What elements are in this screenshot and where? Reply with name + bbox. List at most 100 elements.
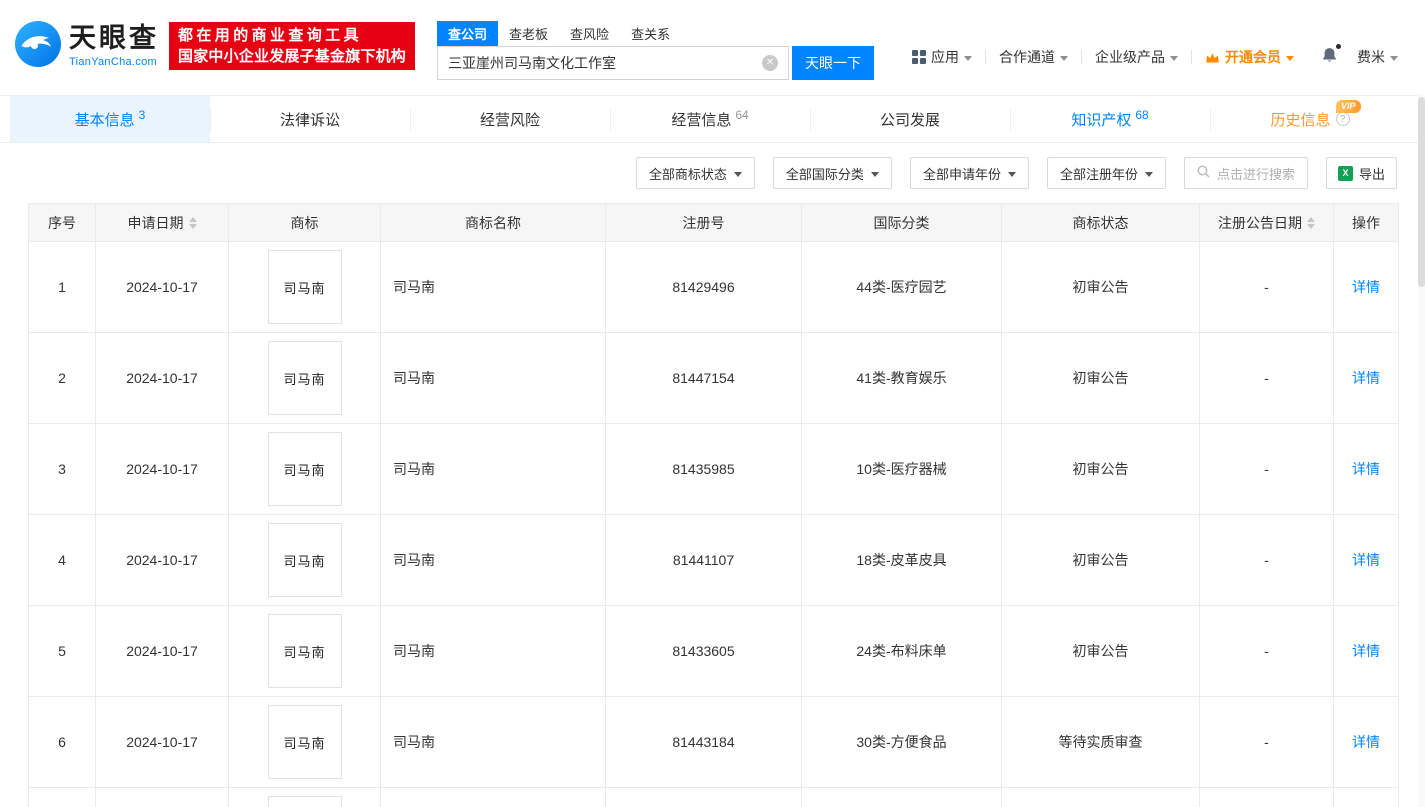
cell-index: 5 xyxy=(28,605,96,697)
search-button[interactable]: 天眼一下 xyxy=(792,45,875,80)
detail-link[interactable]: 详情 xyxy=(1352,552,1380,568)
tab-label: 历史信息 xyxy=(1270,111,1331,129)
tab-count: 68 xyxy=(1135,108,1149,122)
table-row: 1 2024-10-17 司马南 司马南 81429496 44类-医疗园艺 初… xyxy=(28,241,1399,333)
tab-label: 经营风险 xyxy=(479,111,540,129)
filter-label: 全部国际分类 xyxy=(785,166,864,182)
cell-intl-class: 41类-教育娱乐 xyxy=(801,332,1002,424)
detail-link[interactable]: 详情 xyxy=(1352,643,1380,659)
col-index: 序号 xyxy=(28,203,96,242)
cell-trademark-name: 司马南 xyxy=(380,605,606,697)
cell-reg-no: 81429496 xyxy=(605,241,802,333)
nav-cooperation-label: 合作通道 xyxy=(999,49,1055,65)
chevron-down-icon xyxy=(1144,171,1153,177)
cell-status: 等待实质审查 xyxy=(1001,696,1200,788)
tab-company-development[interactable]: 公司发展 xyxy=(810,96,1010,142)
sort-icon[interactable] xyxy=(1307,216,1315,229)
clear-search-icon[interactable]: ✕ xyxy=(762,54,779,71)
table-body: 1 2024-10-17 司马南 司马南 81429496 44类-医疗园艺 初… xyxy=(28,241,1399,807)
search-tab-relation[interactable]: 查关系 xyxy=(620,21,681,46)
nav-membership[interactable]: 开通会员 xyxy=(1192,47,1307,67)
tab-operating-risk[interactable]: 经营风险 xyxy=(410,96,610,142)
notification-dot xyxy=(1336,43,1341,49)
cell-trademark: 司马南 xyxy=(228,423,381,515)
nav-user[interactable]: 费米 xyxy=(1344,47,1411,67)
cell-apply-date: 2024-10-17 xyxy=(95,241,229,333)
search-tab-boss[interactable]: 查老板 xyxy=(498,21,559,46)
cell-status xyxy=(1001,787,1200,807)
notification-bell[interactable] xyxy=(1307,43,1344,69)
cell-announce-date xyxy=(1199,787,1334,807)
tab-business-info[interactable]: 经营信息 64 xyxy=(610,96,810,142)
chevron-down-icon xyxy=(1060,55,1068,61)
cell-index: 3 xyxy=(28,423,96,515)
nav-enterprise[interactable]: 企业级产品 xyxy=(1082,47,1191,67)
trademark-image-text: 司马南 xyxy=(283,735,326,751)
cell-status: 初审公告 xyxy=(1001,423,1200,515)
search-tab-company[interactable]: 查公司 xyxy=(437,20,499,46)
cell-trademark xyxy=(228,787,381,807)
cell-index xyxy=(28,787,96,807)
table-row: 5 2024-10-17 司马南 司马南 81433605 24类-布料床单 初… xyxy=(28,605,1399,697)
cell-action: 详情 xyxy=(1333,423,1399,515)
cell-index: 2 xyxy=(28,332,96,424)
col-announce-date[interactable]: 注册公告日期 xyxy=(1199,203,1334,242)
col-action: 操作 xyxy=(1333,203,1399,242)
cell-apply-date: 2024-10-17 xyxy=(95,423,229,515)
search-tab-risk[interactable]: 查风险 xyxy=(559,21,620,46)
table-search-box[interactable]: 点击进行搜索 xyxy=(1183,157,1308,189)
cell-trademark: 司马南 xyxy=(228,332,381,424)
scrollbar-track[interactable] xyxy=(1418,94,1425,807)
tab-basic-info[interactable]: 基本信息 3 xyxy=(10,96,210,142)
detail-link[interactable]: 详情 xyxy=(1352,370,1380,386)
col-trademark: 商标 xyxy=(228,203,381,242)
trademark-image-text: 司马南 xyxy=(283,462,326,478)
tab-intellectual-property[interactable]: 知识产权 68 xyxy=(1010,96,1210,142)
cell-apply-date: 2024-10-17 xyxy=(95,605,229,697)
export-button[interactable]: X 导出 xyxy=(1325,157,1397,189)
trademark-image xyxy=(267,796,342,807)
filter-register-year[interactable]: 全部注册年份 xyxy=(1046,157,1166,189)
tab-label: 基本信息 xyxy=(74,111,135,129)
cell-trademark-name: 司马南 xyxy=(380,514,606,606)
tab-label: 经营信息 xyxy=(671,111,732,129)
slogan-line2: 国家中小企业发展子基金旗下机构 xyxy=(178,48,407,65)
trademark-image-text: 司马南 xyxy=(283,280,326,296)
vip-badge: VIP xyxy=(1336,100,1361,113)
search-icon xyxy=(1197,165,1210,181)
trademark-image-text: 司马南 xyxy=(283,371,326,387)
nav-apps[interactable]: 应用 xyxy=(899,47,985,67)
tab-legal-proceedings[interactable]: 法律诉讼 xyxy=(210,96,410,142)
question-circle-icon[interactable]: ? xyxy=(1335,112,1350,126)
crown-icon xyxy=(1205,51,1220,64)
tianyancha-logo[interactable]: 天眼查 TianYanCha.com xyxy=(14,20,159,73)
filter-label: 全部商标状态 xyxy=(648,166,727,182)
detail-link[interactable]: 详情 xyxy=(1352,734,1380,750)
filter-intl-class[interactable]: 全部国际分类 xyxy=(772,157,892,189)
filter-apply-year[interactable]: 全部申请年份 xyxy=(909,157,1029,189)
trademark-table: 序号 申请日期 商标 商标名称 注册号 国际分类 商标状态 注册公告日期 操作 … xyxy=(28,203,1399,807)
cell-trademark: 司马南 xyxy=(228,241,381,333)
detail-link[interactable]: 详情 xyxy=(1352,279,1380,295)
nav-membership-label: 开通会员 xyxy=(1225,49,1281,65)
username-label: 费米 xyxy=(1357,49,1385,65)
col-apply-date[interactable]: 申请日期 xyxy=(95,203,229,242)
cell-reg-no xyxy=(605,787,802,807)
cell-trademark: 司马南 xyxy=(228,696,381,788)
nav-cooperation[interactable]: 合作通道 xyxy=(986,47,1081,67)
filter-label: 全部申请年份 xyxy=(922,166,1001,182)
sort-icon[interactable] xyxy=(188,216,197,229)
filter-trademark-status[interactable]: 全部商标状态 xyxy=(635,157,755,189)
grid-icon xyxy=(912,50,926,64)
chevron-down-icon xyxy=(1007,171,1016,177)
tab-count: 3 xyxy=(138,108,146,122)
detail-link[interactable]: 详情 xyxy=(1352,461,1380,477)
chevron-down-icon xyxy=(1390,55,1398,61)
tab-history-info[interactable]: VIP 历史信息 ? xyxy=(1210,96,1410,142)
cell-trademark-name: 司马南 xyxy=(380,423,606,515)
scrollbar-thumb[interactable] xyxy=(1418,97,1425,287)
cell-apply-date: 2024-10-17 xyxy=(95,332,229,424)
search-input[interactable] xyxy=(438,54,763,71)
excel-icon: X xyxy=(1337,165,1353,181)
cell-reg-no: 81435985 xyxy=(605,423,802,515)
